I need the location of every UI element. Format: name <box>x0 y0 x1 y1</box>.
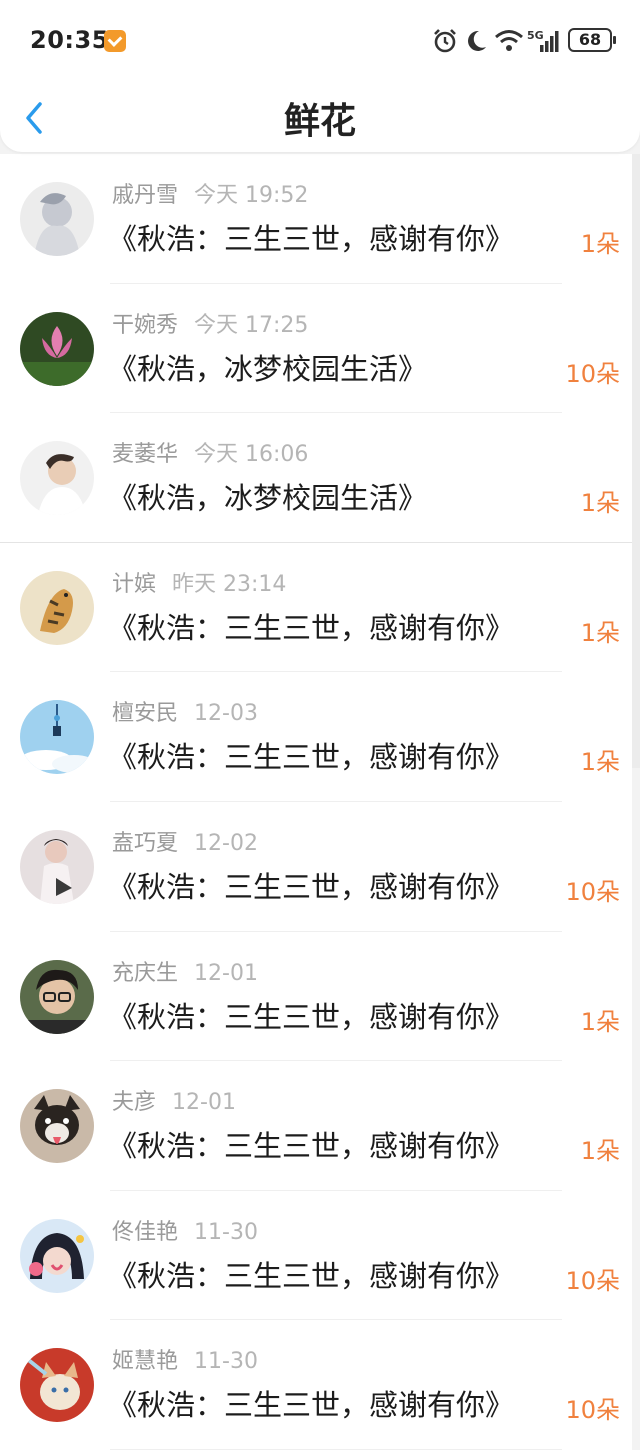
book-title[interactable]: 《秋浩，冰梦校园生活》 <box>108 475 427 517</box>
flower-count: 1朵 <box>580 1007 620 1036</box>
sender-name: 盍巧夏 12-02 <box>112 830 258 856</box>
status-bar: 20:35 5G 68 <box>0 0 640 80</box>
sender-name: 佟佳艳 11-30 <box>112 1219 258 1245</box>
book-title[interactable]: 《秋浩：三生三世，感谢有你》 <box>108 1253 514 1295</box>
avatar[interactable] <box>20 829 94 904</box>
book-title[interactable]: 《秋浩：三生三世，感谢有你》 <box>108 1123 514 1165</box>
wifi-icon <box>495 30 523 51</box>
do-not-disturb-moon-icon <box>468 30 486 51</box>
gift-time: 昨天 23:14 <box>172 571 287 597</box>
list-item[interactable]: 佟佳艳 11-30 《秋浩：三生三世，感谢有你》 10朵 <box>0 1191 632 1321</box>
alarm-icon <box>434 29 456 53</box>
book-title[interactable]: 《秋浩：三生三世，感谢有你》 <box>108 994 514 1036</box>
list-item[interactable]: 姬慧艳 11-30 《秋浩：三生三世，感谢有你》 10朵 <box>0 1320 632 1450</box>
flower-count: 10朵 <box>565 877 620 906</box>
sender-name: 充庆生 12-01 <box>112 960 258 986</box>
sender-name: 戚丹雪 今天 19:52 <box>112 183 309 208</box>
sender-name: 姬慧艳 11-30 <box>112 1349 258 1375</box>
flower-count: 1朵 <box>580 1137 620 1166</box>
gift-time: 12-01 <box>194 960 258 986</box>
app-notification-icon <box>104 30 126 52</box>
flower-count: 1朵 <box>580 230 620 258</box>
book-title[interactable]: 《秋浩：三生三世，感谢有你》 <box>108 864 514 906</box>
avatar[interactable] <box>20 311 94 386</box>
avatar[interactable] <box>20 959 94 1034</box>
sender-name: 檀安民 12-03 <box>112 701 258 727</box>
status-time: 20:35 <box>30 26 109 54</box>
avatar[interactable] <box>20 441 94 516</box>
sender-name: 计嫔 昨天 23:14 <box>112 571 287 597</box>
flower-gift-list: 戚丹雪 今天 19:52 《秋浩：三生三世，感谢有你》 1朵 干婉秀 今天 17:2… <box>0 154 632 1450</box>
book-title[interactable]: 《秋浩：三生三世，感谢有你》 <box>108 734 514 776</box>
gift-time: 12-01 <box>172 1090 236 1116</box>
flower-count: 1朵 <box>580 748 620 777</box>
sender-name: 麦萎华 今天 16:06 <box>112 442 309 468</box>
book-title[interactable]: 《秋浩，冰梦校园生活》 <box>108 346 427 388</box>
avatar[interactable] <box>20 1218 94 1293</box>
page-title: 鲜花 <box>283 101 356 142</box>
avatar[interactable] <box>20 570 94 645</box>
avatar[interactable] <box>20 700 94 775</box>
nav-bar: 鲜花 <box>0 80 640 152</box>
sender-name: 干婉秀 今天 17:25 <box>112 312 309 338</box>
book-title[interactable]: 《秋浩：三生三世，感谢有你》 <box>108 216 514 258</box>
book-title[interactable]: 《秋浩：三生三世，感谢有你》 <box>108 1382 514 1424</box>
gift-time: 12-03 <box>194 701 258 727</box>
gift-time: 11-30 <box>194 1349 258 1375</box>
flower-count: 1朵 <box>580 489 620 518</box>
list-item[interactable]: 麦萎华 今天 16:06 《秋浩，冰梦校园生活》 1朵 <box>0 413 632 543</box>
book-title[interactable]: 《秋浩：三生三世，感谢有你》 <box>108 605 514 647</box>
cellular-signal-icon: 5G <box>527 29 559 52</box>
flower-count: 10朵 <box>565 1266 620 1295</box>
gift-time: 12-02 <box>194 830 258 856</box>
gift-time: 11-30 <box>194 1219 258 1245</box>
avatar[interactable] <box>20 1348 94 1423</box>
list-item[interactable]: 盍巧夏 12-02 《秋浩：三生三世，感谢有你》 10朵 <box>0 802 632 932</box>
gift-time: 今天 17:25 <box>194 312 309 338</box>
scrollbar[interactable] <box>632 154 640 768</box>
sender-name: 夫彦 12-01 <box>112 1090 236 1116</box>
list-item[interactable]: 戚丹雪 今天 19:52 《秋浩：三生三世，感谢有你》 1朵 <box>0 154 632 284</box>
avatar[interactable] <box>20 182 94 256</box>
svg-text:5G: 5G <box>527 29 544 42</box>
top-bar: 20:35 5G 68 鲜花 <box>0 0 640 152</box>
gift-time: 今天 19:52 <box>194 183 309 208</box>
battery-indicator: 68 <box>568 28 616 52</box>
list-item[interactable]: 檀安民 12-03 《秋浩：三生三世，感谢有你》 1朵 <box>0 672 632 802</box>
flower-count: 10朵 <box>565 359 620 388</box>
flower-count: 1朵 <box>580 618 620 647</box>
gift-time: 今天 16:06 <box>194 442 309 468</box>
list-item[interactable]: 充庆生 12-01 《秋浩：三生三世，感谢有你》 1朵 <box>0 932 632 1062</box>
list-item[interactable]: 夫彦 12-01 《秋浩：三生三世，感谢有你》 1朵 <box>0 1061 632 1191</box>
list-item[interactable]: 干婉秀 今天 17:25 《秋浩，冰梦校园生活》 10朵 <box>0 284 632 414</box>
flower-count: 10朵 <box>565 1396 620 1425</box>
avatar[interactable] <box>20 1089 94 1164</box>
list-item[interactable]: 计嫔 昨天 23:14 《秋浩：三生三世，感谢有你》 1朵 <box>0 543 632 673</box>
